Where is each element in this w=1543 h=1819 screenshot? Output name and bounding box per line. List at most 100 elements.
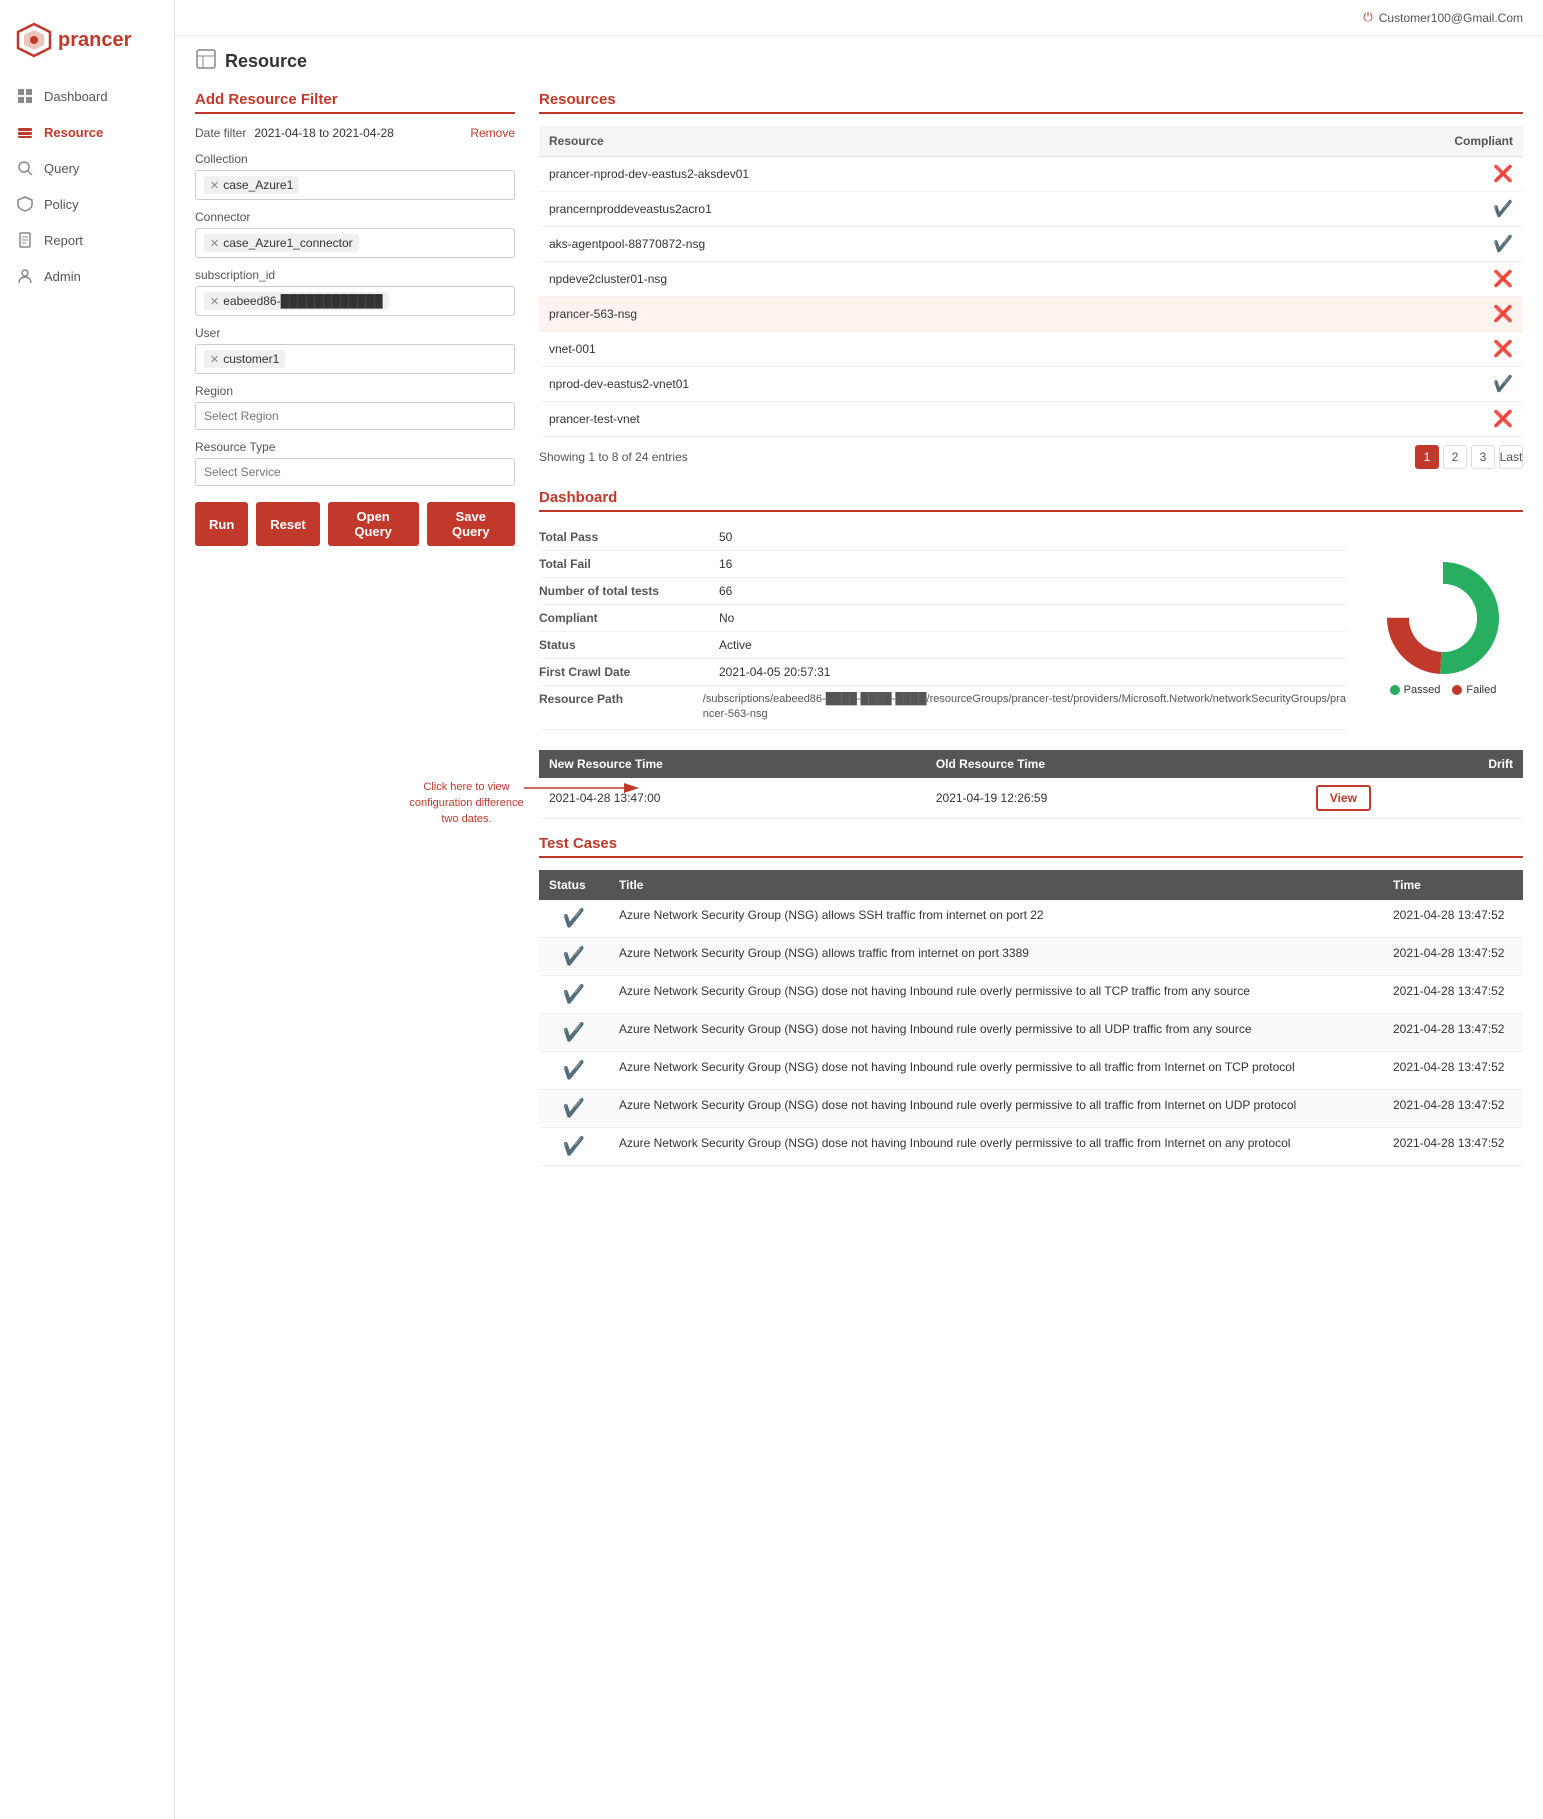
search-circle-icon xyxy=(16,159,34,177)
test-status-cell: ✔️ xyxy=(539,1089,609,1127)
chart-area: Passed Failed xyxy=(1363,524,1523,730)
resource-name: prancernproddeveastus2acro1 xyxy=(539,192,1264,227)
file-icon xyxy=(16,231,34,249)
collection-tag-remove[interactable]: ✕ xyxy=(210,179,219,192)
view-drift-button[interactable]: View xyxy=(1316,785,1371,811)
page-btn-2[interactable]: 2 xyxy=(1443,445,1467,469)
resources-section: Resources Resource Compliant prancer-npr… xyxy=(539,91,1523,469)
test-title-cell: Azure Network Security Group (NSG) allow… xyxy=(609,900,1383,938)
compliant-status: ❌ xyxy=(1264,332,1523,367)
stat-total-tests: Number of total tests 66 xyxy=(539,578,1347,605)
user-label: User xyxy=(195,326,515,340)
connector-label: Connector xyxy=(195,210,515,224)
user-input[interactable]: ✕ customer1 xyxy=(195,344,515,374)
time-col-header: Time xyxy=(1383,870,1523,900)
service-input[interactable] xyxy=(195,458,515,486)
open-query-button[interactable]: Open Query xyxy=(328,502,419,546)
dashboard-content: Total Pass 50 Total Fail 16 Number of to… xyxy=(539,524,1523,730)
list-item: ✔️Azure Network Security Group (NSG) dos… xyxy=(539,975,1523,1013)
pass-icon: ✔️ xyxy=(1493,376,1513,393)
page-btn-3[interactable]: 3 xyxy=(1471,445,1495,469)
sidebar-item-admin[interactable]: Admin xyxy=(0,258,174,294)
list-item: ✔️Azure Network Security Group (NSG) dos… xyxy=(539,1089,1523,1127)
collection-label: Collection xyxy=(195,152,515,166)
page-btn-1[interactable]: 1 xyxy=(1415,445,1439,469)
click-hint-text: Click here to view configuration differe… xyxy=(409,778,524,827)
donut-svg xyxy=(1383,558,1503,678)
table-row[interactable]: prancer-nprod-dev-eastus2-aksdev01❌ xyxy=(539,157,1523,192)
donut-chart xyxy=(1383,558,1503,678)
sidebar-item-policy[interactable]: Policy xyxy=(0,186,174,222)
user-tag-remove[interactable]: ✕ xyxy=(210,353,219,366)
table-row[interactable]: npdeve2cluster01-nsg❌ xyxy=(539,262,1523,297)
new-time-col: New Resource Time xyxy=(539,750,926,778)
run-button[interactable]: Run xyxy=(195,502,248,546)
dashboard-section: Dashboard Total Pass 50 Total Fail 16 Nu… xyxy=(539,489,1523,730)
stat-status: Status Active xyxy=(539,632,1347,659)
collection-row: Collection ✕ case_Azure1 xyxy=(195,152,515,200)
table-row[interactable]: nprod-dev-eastus2-vnet01 ✔️ xyxy=(539,367,1523,402)
sidebar-item-resource[interactable]: Resource xyxy=(0,114,174,150)
region-input[interactable] xyxy=(195,402,515,430)
legend-passed: Passed xyxy=(1390,684,1441,696)
resource-name: vnet-001 xyxy=(539,332,1264,367)
dashboard-title: Dashboard xyxy=(539,489,1523,512)
test-status-cell: ✔️ xyxy=(539,1127,609,1165)
stat-first-crawl: First Crawl Date 2021-04-05 20:57:31 xyxy=(539,659,1347,686)
subscription-input[interactable]: ✕ eabeed86-████████████ xyxy=(195,286,515,316)
drift-row: 2021-04-28 13:47:00 2021-04-19 12:26:59 … xyxy=(539,778,1523,819)
add-filter-title: Add Resource Filter xyxy=(195,91,515,114)
region-row: Region xyxy=(195,384,515,430)
list-item: ✔️Azure Network Security Group (NSG) all… xyxy=(539,900,1523,938)
old-time-col: Old Resource Time xyxy=(926,750,1306,778)
test-cases-title: Test Cases xyxy=(539,835,1523,858)
hint-arrow-icon xyxy=(524,778,644,804)
test-title-cell: Azure Network Security Group (NSG) dose … xyxy=(609,1013,1383,1051)
test-title-cell: Azure Network Security Group (NSG) dose … xyxy=(609,1127,1383,1165)
connector-tag: ✕ case_Azure1_connector xyxy=(204,234,359,252)
collection-input[interactable]: ✕ case_Azure1 xyxy=(195,170,515,200)
save-query-button[interactable]: Save Query xyxy=(427,502,515,546)
connector-input[interactable]: ✕ case_Azure1_connector xyxy=(195,228,515,258)
table-row[interactable]: prancernproddeveastus2acro1✔️ xyxy=(539,192,1523,227)
resource-name: npdeve2cluster01-nsg xyxy=(539,262,1264,297)
test-pass-icon: ✔️ xyxy=(563,984,585,1004)
sidebar-item-report[interactable]: Report xyxy=(0,222,174,258)
table-row[interactable]: prancer-563-nsg❌ xyxy=(539,297,1523,332)
test-title-cell: Azure Network Security Group (NSG) allow… xyxy=(609,937,1383,975)
resource-page-icon xyxy=(195,48,217,75)
drift-col: Drift xyxy=(1306,750,1523,778)
resource-name: prancer-test-vnet xyxy=(539,402,1264,437)
collection-tag: ✕ case_Azure1 xyxy=(204,176,299,194)
sidebar-label-dashboard: Dashboard xyxy=(44,89,108,104)
sidebar-nav: Dashboard Resource Query Policy Report xyxy=(0,78,174,294)
subscription-row: subscription_id ✕ eabeed86-████████████ xyxy=(195,268,515,316)
page-title-bar: Resource xyxy=(175,36,1543,75)
pagination: Showing 1 to 8 of 24 entries 1 2 3 Last xyxy=(539,445,1523,469)
resource-name: nprod-dev-eastus2-vnet01 xyxy=(539,367,1264,402)
page-title: Resource xyxy=(225,51,307,72)
sidebar-label-policy: Policy xyxy=(44,197,79,212)
list-item: ✔️Azure Network Security Group (NSG) dos… xyxy=(539,1013,1523,1051)
logo: prancer xyxy=(0,10,174,78)
user-row: User ✕ customer1 xyxy=(195,326,515,374)
test-pass-icon: ✔️ xyxy=(563,1060,585,1080)
test-time-cell: 2021-04-28 13:47:52 xyxy=(1383,1127,1523,1165)
remove-filter-link[interactable]: Remove xyxy=(470,126,515,140)
sidebar: prancer Dashboard Resource Query Policy xyxy=(0,0,175,1819)
sidebar-item-query[interactable]: Query xyxy=(0,150,174,186)
power-icon: ⏻ xyxy=(1363,10,1373,25)
fail-icon: ❌ xyxy=(1493,341,1513,358)
table-row[interactable]: prancer-test-vnet❌ xyxy=(539,402,1523,437)
date-filter-label: Date filter xyxy=(195,126,246,140)
page-btn-last[interactable]: Last xyxy=(1499,445,1523,469)
table-row[interactable]: aks-agentpool-88770872-nsg✔️ xyxy=(539,227,1523,262)
legend-failed: Failed xyxy=(1452,684,1496,696)
subscription-tag-remove[interactable]: ✕ xyxy=(210,295,219,308)
connector-tag-remove[interactable]: ✕ xyxy=(210,237,219,250)
reset-button[interactable]: Reset xyxy=(256,502,319,546)
sidebar-item-dashboard[interactable]: Dashboard xyxy=(0,78,174,114)
person-icon xyxy=(16,267,34,285)
resource-name: prancer-nprod-dev-eastus2-aksdev01 xyxy=(539,157,1264,192)
table-row[interactable]: vnet-001 ❌ xyxy=(539,332,1523,367)
